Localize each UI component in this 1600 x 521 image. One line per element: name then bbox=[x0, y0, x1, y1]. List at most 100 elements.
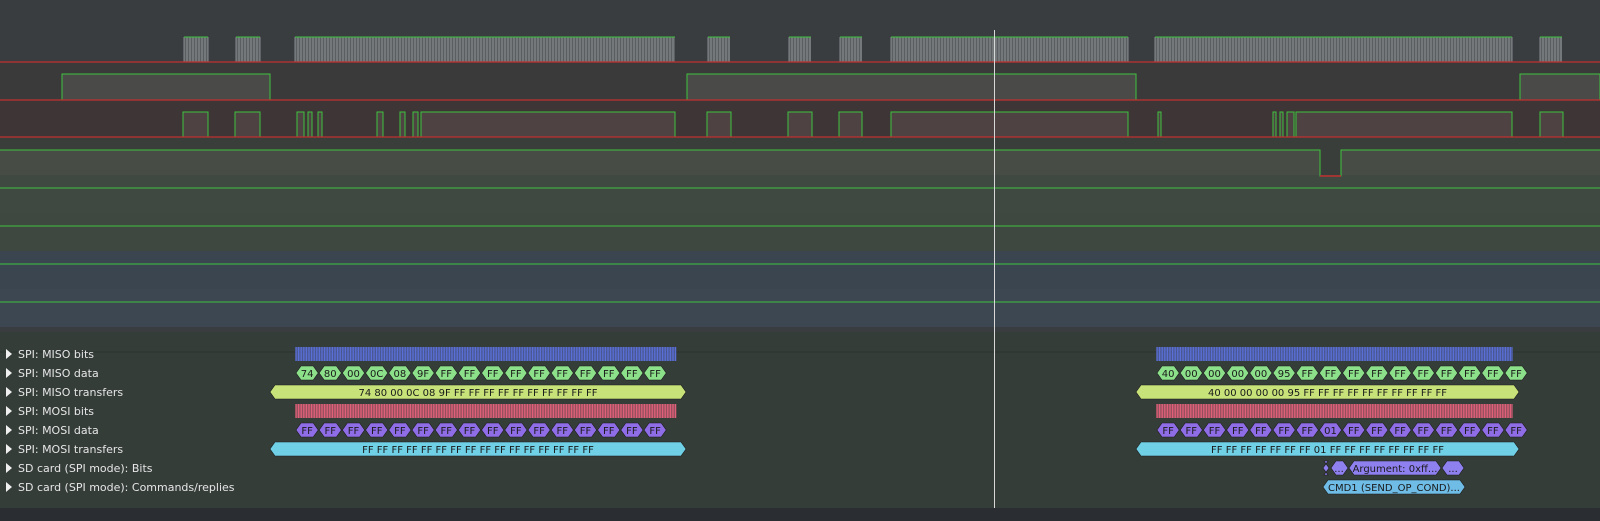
decoder-row-miso-transfers[interactable]: SPI: MISO transfers bbox=[0, 383, 123, 401]
mosi-byte-label: FF bbox=[325, 426, 337, 437]
miso-byte-label: FF bbox=[1348, 369, 1360, 380]
clock-burst bbox=[891, 37, 1128, 62]
logic-lane bbox=[0, 213, 1600, 251]
miso-byte-label: 00 bbox=[1255, 369, 1268, 380]
miso-high bbox=[1287, 112, 1294, 137]
miso-byte-label: 00 bbox=[1208, 369, 1221, 380]
expand-triangle-icon[interactable] bbox=[6, 349, 12, 359]
mosi-byte-label: FF bbox=[1418, 426, 1430, 437]
miso-byte-label: 74 bbox=[301, 369, 314, 380]
decoder-row-miso-bits[interactable]: SPI: MISO bits bbox=[0, 345, 94, 363]
expand-triangle-icon[interactable] bbox=[6, 463, 12, 473]
row-label-text: SD card (SPI mode): Commands/replies bbox=[18, 480, 235, 494]
miso-byte-label: FF bbox=[1441, 369, 1453, 380]
decoder-row-miso-data[interactable]: SPI: MISO data bbox=[0, 364, 99, 382]
decoder-row-sd-commands[interactable]: SD card (SPI mode): Commands/replies bbox=[0, 478, 235, 496]
miso-byte-label: FF bbox=[1394, 369, 1406, 380]
decoder-row-mosi-transfers[interactable]: SPI: MOSI transfers bbox=[0, 440, 123, 458]
miso-byte-label: FF bbox=[580, 369, 592, 380]
decoder-row-sd-bits[interactable]: SD card (SPI mode): Bits bbox=[0, 459, 153, 477]
trace-view[interactable]: 74 80 00 0C 08 9F FF FF FF FF FF FF FF FF FF FF 40 00 00 00… bbox=[0, 0, 1600, 521]
mosi-byte-label: FF bbox=[533, 426, 545, 437]
miso-high bbox=[183, 112, 208, 137]
cs-high bbox=[62, 74, 270, 100]
row-label-text: SD card (SPI mode): Bits bbox=[18, 461, 153, 475]
mosi-byte-label: FF bbox=[1186, 426, 1198, 437]
expand-triangle-icon[interactable] bbox=[6, 368, 12, 378]
sd-bit bbox=[1322, 460, 1330, 476]
miso-high bbox=[413, 112, 418, 137]
miso-high bbox=[235, 112, 260, 137]
mosi-byte-label: FF bbox=[1441, 426, 1453, 437]
miso-high bbox=[891, 112, 1128, 137]
logic-lane bbox=[0, 289, 1600, 327]
miso-byte-label: FF bbox=[603, 369, 615, 380]
miso-high bbox=[400, 112, 405, 137]
mosi-byte-label: FF bbox=[1510, 426, 1522, 437]
expand-triangle-icon[interactable] bbox=[6, 406, 12, 416]
row-label-text: SPI: MOSI bits bbox=[18, 404, 95, 418]
decoder-row-mosi-bits[interactable]: SPI: MOSI bits bbox=[0, 402, 94, 420]
miso-byte-label: FF bbox=[487, 369, 499, 380]
time-cursor[interactable] bbox=[994, 30, 995, 508]
mosi-byte-label: FF bbox=[649, 426, 661, 437]
row-label-text: SPI: MOSI transfers bbox=[18, 442, 124, 456]
miso-byte-label: 9F bbox=[417, 369, 429, 380]
mosi-byte-label: FF bbox=[1302, 426, 1314, 437]
miso-byte-label: 00 bbox=[347, 369, 360, 380]
miso-byte-label: FF bbox=[1325, 369, 1337, 380]
expand-triangle-icon[interactable] bbox=[6, 444, 12, 454]
miso-high bbox=[377, 112, 383, 137]
miso-transfer-label: 74 80 00 0C 08 9F FF FF FF FF FF FF FF F… bbox=[358, 388, 597, 399]
miso-byte-label: FF bbox=[649, 369, 661, 380]
miso-byte-label: FF bbox=[557, 369, 569, 380]
row-label-text: SPI: MOSI data bbox=[18, 423, 99, 437]
miso-high bbox=[707, 112, 731, 137]
mosi-byte-label: 01 bbox=[1324, 426, 1337, 437]
logic-lane bbox=[0, 175, 1600, 213]
miso-byte-label: FF bbox=[626, 369, 638, 380]
mosi-byte-label: FF bbox=[348, 426, 360, 437]
miso-byte-label: FF bbox=[1418, 369, 1430, 380]
mosi-byte-label: FF bbox=[301, 426, 313, 437]
miso-high bbox=[1296, 112, 1512, 137]
mosi-byte-label: FF bbox=[1487, 426, 1499, 437]
row-label-text: SPI: MISO data bbox=[18, 366, 99, 380]
miso-high bbox=[421, 112, 675, 137]
mosi-byte-label: FF bbox=[1232, 426, 1244, 437]
mosi-byte-label: FF bbox=[1278, 426, 1290, 437]
expand-triangle-icon[interactable] bbox=[6, 482, 12, 492]
mosi-byte-label: FF bbox=[487, 426, 499, 437]
mosi-byte-label: FF bbox=[1464, 426, 1476, 437]
row-label-text: SPI: MISO bits bbox=[18, 347, 95, 361]
miso-high bbox=[788, 112, 812, 137]
miso-byte-label: FF bbox=[1510, 369, 1522, 380]
miso-byte-label: FF bbox=[441, 369, 453, 380]
ch3-high bbox=[0, 150, 1320, 175]
miso-high bbox=[839, 112, 862, 137]
miso-high bbox=[308, 112, 312, 137]
expand-triangle-icon[interactable] bbox=[6, 387, 12, 397]
miso-byte-label: 40 bbox=[1162, 369, 1175, 380]
mosi-byte-label: FF bbox=[1162, 426, 1174, 437]
mosi-byte-label: FF bbox=[417, 426, 429, 437]
sd-bit-label: ... bbox=[1334, 464, 1344, 475]
mosi-transfer-label: FF FF FF FF FF FF FF 01 FF FF FF FF FF F… bbox=[1211, 445, 1444, 456]
mosi-byte-label: FF bbox=[510, 426, 522, 437]
mosi-byte-label: FF bbox=[603, 426, 615, 437]
decoder-row-mosi-data[interactable]: SPI: MOSI data bbox=[0, 421, 99, 439]
sd-bit-label: ... bbox=[1448, 464, 1458, 475]
miso-byte-label: FF bbox=[1371, 369, 1383, 380]
expand-triangle-icon[interactable] bbox=[6, 425, 12, 435]
miso-high bbox=[1540, 112, 1563, 137]
mosi-bit bbox=[1157, 404, 1513, 418]
miso-byte-label: FF bbox=[510, 369, 522, 380]
miso-transfer-label: 40 00 00 00 00 95 FF FF FF FF FF FF FF F… bbox=[1208, 388, 1447, 399]
miso-high bbox=[318, 112, 322, 137]
mosi-transfer-label: FF FF FF FF FF FF FF FF FF FF FF FF FF F… bbox=[362, 445, 594, 456]
mosi-byte-label: FF bbox=[557, 426, 569, 437]
miso-byte-label: FF bbox=[1302, 369, 1314, 380]
miso-byte-label: FF bbox=[1487, 369, 1499, 380]
clock-burst bbox=[1155, 37, 1512, 62]
miso-byte-label: FF bbox=[464, 369, 476, 380]
